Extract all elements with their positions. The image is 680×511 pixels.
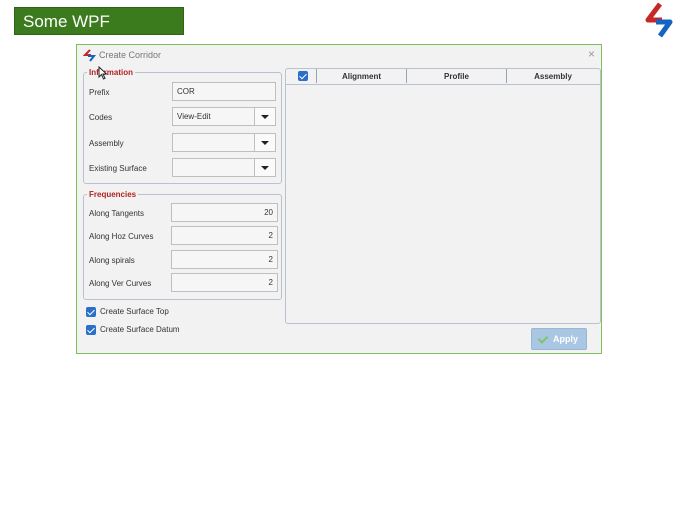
codes-label: Codes — [89, 113, 113, 122]
along-spirals-label: Along spirals — [89, 256, 135, 265]
close-icon[interactable]: × — [588, 47, 595, 61]
existing-surface-select[interactable] — [172, 158, 276, 177]
grid-header: Alignment Profile Assembly — [286, 69, 600, 85]
slide-title: Some WPF examples — [14, 7, 184, 59]
prefix-label: Prefix — [89, 88, 110, 97]
create-corridor-window: Create Corridor × Information Prefix COR… — [76, 44, 602, 354]
codes-select[interactable]: View-Edit — [172, 107, 276, 126]
frequencies-legend: Frequencies — [89, 190, 137, 199]
checkmark-icon — [537, 333, 549, 344]
create-surface-top-label: Create Surface Top — [100, 307, 169, 316]
prefix-input[interactable]: COR — [172, 82, 276, 101]
app-logo-icon — [83, 49, 96, 62]
along-tangents-input[interactable]: 20 — [171, 203, 278, 222]
along-spirals-input[interactable]: 2 — [171, 250, 278, 269]
create-surface-datum-checkbox[interactable] — [86, 325, 96, 335]
window-title: Create Corridor — [99, 50, 162, 60]
along-ver-curves-label: Along Ver Curves — [89, 279, 152, 288]
along-tangents-label: Along Tangents — [89, 209, 145, 218]
column-header-alignment[interactable]: Alignment — [317, 72, 406, 81]
chevron-down-icon[interactable] — [254, 159, 275, 176]
apply-button[interactable]: Apply — [531, 328, 587, 350]
chevron-down-icon[interactable] — [254, 134, 275, 151]
column-header-profile[interactable]: Profile — [407, 72, 506, 81]
select-all-checkbox[interactable] — [298, 71, 308, 81]
codes-value: View-Edit — [177, 112, 211, 121]
window-titlebar[interactable]: Create Corridor × — [77, 45, 601, 67]
along-hoz-curves-label: Along Hoz Curves — [89, 232, 154, 241]
create-surface-datum-label: Create Surface Datum — [100, 325, 180, 334]
chevron-down-icon[interactable] — [254, 108, 275, 125]
company-logo — [645, 2, 673, 38]
along-hoz-curves-input[interactable]: 2 — [171, 226, 278, 245]
information-legend: Information — [89, 68, 133, 77]
corridor-grid[interactable]: Alignment Profile Assembly — [285, 68, 601, 324]
along-ver-curves-input[interactable]: 2 — [171, 273, 278, 292]
assembly-label: Assembly — [89, 139, 124, 148]
apply-label: Apply — [553, 334, 579, 344]
create-surface-top-checkbox[interactable] — [86, 307, 96, 317]
column-header-assembly[interactable]: Assembly — [507, 72, 599, 81]
existing-surface-label: Existing Surface — [89, 164, 147, 173]
mouse-cursor — [98, 66, 108, 80]
assembly-select[interactable] — [172, 133, 276, 152]
